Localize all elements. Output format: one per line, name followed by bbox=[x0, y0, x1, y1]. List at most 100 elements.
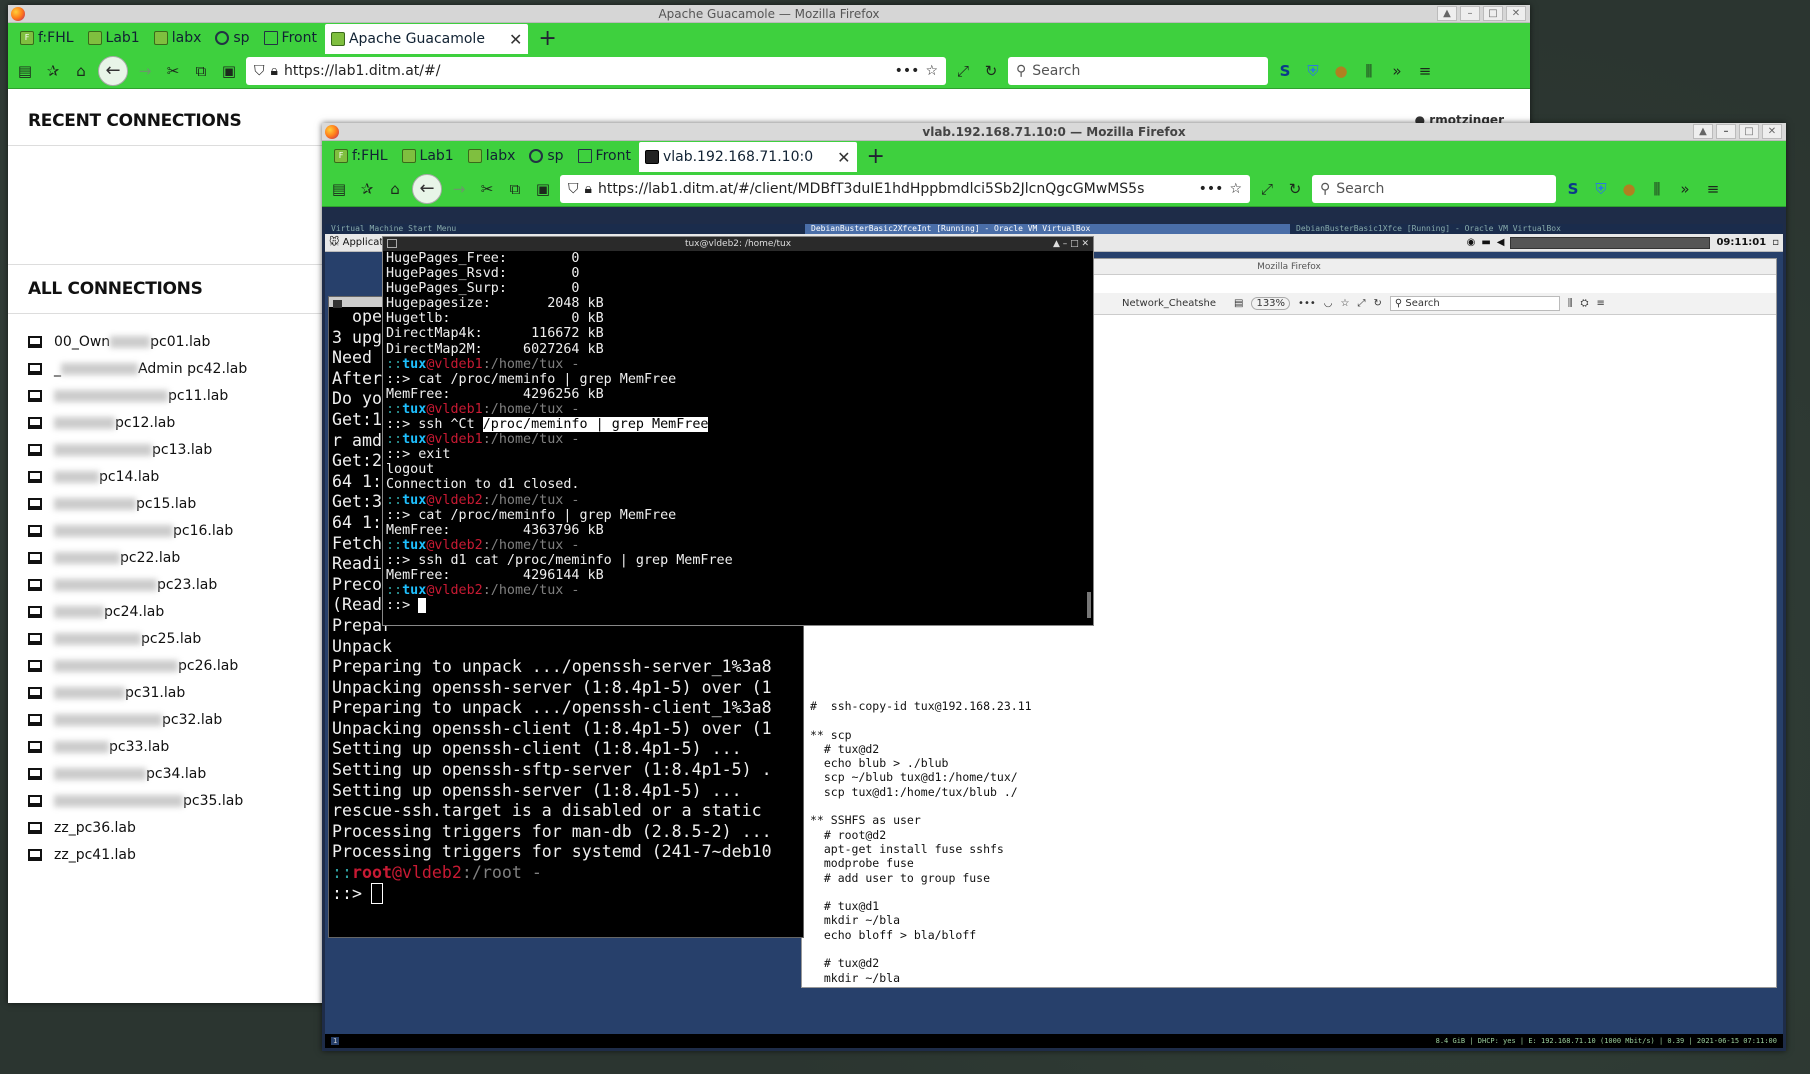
inner-search[interactable]: ⚲ Search bbox=[1389, 296, 1560, 311]
url-bar[interactable]: ⛉ 🔒︎ https://lab1.ditm.at/#/client/MDBfT… bbox=[560, 174, 1250, 203]
search-bar[interactable]: ⚲ Search bbox=[1312, 174, 1556, 203]
new-tab-button[interactable]: + bbox=[859, 144, 893, 169]
page-actions-icon[interactable]: ••• bbox=[1298, 298, 1316, 309]
overflow-icon[interactable]: » bbox=[1386, 60, 1408, 82]
extension-shield-icon[interactable]: ⛨ bbox=[1590, 178, 1612, 200]
cut-icon[interactable]: ✂ bbox=[476, 178, 498, 200]
library-icon[interactable]: ⫼ bbox=[1646, 178, 1668, 200]
zoom-level[interactable]: 133% bbox=[1251, 297, 1291, 310]
tab-fhl[interactable]: Ff:FHL bbox=[14, 25, 80, 51]
cut-icon[interactable]: ✂ bbox=[162, 60, 184, 82]
clipboard-icon[interactable]: ▣ bbox=[532, 178, 554, 200]
shield-icon[interactable]: ⛉ bbox=[254, 63, 265, 79]
connection-item[interactable]: pc12.lab bbox=[28, 409, 303, 436]
connection-item[interactable]: pc16.lab bbox=[28, 517, 303, 544]
connection-item[interactable]: pc33.lab bbox=[28, 733, 303, 760]
tab-vlab[interactable]: vlab.192.168.71.10:0 ✕ bbox=[638, 142, 857, 172]
tray-icon[interactable]: ▫ bbox=[1772, 237, 1779, 248]
connection-item[interactable]: pc35.lab bbox=[28, 787, 303, 814]
maximize-icon[interactable]: □ bbox=[1483, 6, 1503, 21]
connection-item[interactable]: pc22.lab bbox=[28, 544, 303, 571]
library-icon[interactable]: ⫼ bbox=[1568, 298, 1573, 309]
search-bar[interactable]: ⚲ Search bbox=[1008, 56, 1268, 85]
bookmark-star-icon[interactable]: ✰ bbox=[356, 178, 378, 200]
tab-labx[interactable]: labx bbox=[462, 143, 522, 169]
sidebar-icon[interactable]: ▤ bbox=[328, 178, 350, 200]
fullscreen-icon[interactable]: ⤢ bbox=[1357, 298, 1365, 309]
home-icon[interactable]: ⌂ bbox=[70, 60, 92, 82]
library-icon[interactable]: ⫼ bbox=[1358, 60, 1380, 82]
connection-item[interactable]: zz_pc36.lab bbox=[28, 814, 303, 841]
copy-icon[interactable]: ⧉ bbox=[504, 178, 526, 200]
lock-icon[interactable]: 🔒︎ bbox=[271, 63, 278, 79]
reader-icon[interactable]: ▤ bbox=[1234, 298, 1243, 309]
workspace-switcher[interactable] bbox=[1510, 236, 1711, 249]
window-buttons[interactable]: ▲ – □ ✕ bbox=[1053, 237, 1089, 251]
connection-item[interactable]: pc24.lab bbox=[28, 598, 303, 625]
page-actions-icon[interactable]: ••• bbox=[895, 63, 920, 79]
connection-item[interactable]: 00_Own pc01.lab bbox=[28, 328, 303, 355]
fullscreen-icon[interactable]: ⤢ bbox=[952, 60, 974, 82]
workspace-indicator[interactable]: 1 bbox=[331, 1037, 340, 1045]
vbox-item[interactable]: DebianBusterBasic1Xfce [Running] - Oracl… bbox=[1290, 224, 1783, 234]
bookmark-icon[interactable]: ☆ bbox=[1229, 181, 1242, 197]
connection-item[interactable]: pc31.lab bbox=[28, 679, 303, 706]
tab-lab1[interactable]: Lab1 bbox=[82, 25, 146, 51]
close-icon[interactable]: ✕ bbox=[1506, 6, 1526, 21]
reload-icon[interactable]: ↻ bbox=[1373, 298, 1381, 309]
reload-icon[interactable]: ↻ bbox=[1284, 178, 1306, 200]
inner-url[interactable]: Network_Cheatshe bbox=[1122, 298, 1226, 309]
connection-item[interactable]: pc25.lab bbox=[28, 625, 303, 652]
volume-icon[interactable]: ◀ bbox=[1497, 237, 1505, 248]
forward-icon[interactable]: → bbox=[134, 60, 156, 82]
minimize-icon[interactable]: – bbox=[1716, 124, 1736, 139]
connection-item[interactable]: pc14.lab bbox=[28, 463, 303, 490]
tab-front[interactable]: Front bbox=[572, 143, 637, 169]
url-text[interactable]: https://lab1.ditm.at/#/client/MDBfT3duIE… bbox=[598, 181, 1193, 197]
tab-labx[interactable]: labx bbox=[148, 25, 208, 51]
sidebar-icon[interactable]: ▤ bbox=[14, 60, 36, 82]
fullscreen-icon[interactable]: ⤢ bbox=[1256, 178, 1278, 200]
bookmark-icon[interactable]: ☆ bbox=[925, 63, 938, 79]
menu-icon[interactable]: ≡ bbox=[1596, 298, 1604, 309]
tab-front[interactable]: Front bbox=[258, 25, 323, 51]
network-icon[interactable]: ◉ bbox=[1467, 237, 1476, 248]
flag-icon[interactable]: ▬ bbox=[1481, 237, 1490, 248]
back-button[interactable]: ← bbox=[98, 55, 128, 86]
new-tab-button[interactable]: + bbox=[530, 26, 564, 51]
connection-item[interactable]: pc11.lab bbox=[28, 382, 303, 409]
tab-sp[interactable]: sp bbox=[209, 25, 255, 51]
menu-icon[interactable]: ≡ bbox=[1414, 60, 1436, 82]
connection-item[interactable]: pc23.lab bbox=[28, 571, 303, 598]
overflow-icon[interactable]: » bbox=[1674, 178, 1696, 200]
copy-icon[interactable]: ⧉ bbox=[190, 60, 212, 82]
connection-item[interactable]: pc32.lab bbox=[28, 706, 303, 733]
vlab-titlebar[interactable]: vlab.192.168.71.10:0 — Mozilla Firefox ▲… bbox=[322, 123, 1786, 141]
lock-icon[interactable]: 🔒︎ bbox=[585, 181, 592, 197]
menu-icon[interactable]: ≡ bbox=[1702, 178, 1724, 200]
close-icon[interactable]: ✕ bbox=[1762, 124, 1782, 139]
tab-fhl[interactable]: Ff:FHL bbox=[328, 143, 394, 169]
tab-lab1[interactable]: Lab1 bbox=[396, 143, 460, 169]
minimize-icon[interactable]: – bbox=[1460, 6, 1480, 21]
url-text[interactable]: https://lab1.ditm.at/#/ bbox=[284, 63, 889, 79]
connection-item[interactable]: pc15.lab bbox=[28, 490, 303, 517]
close-tab-icon[interactable]: ✕ bbox=[837, 148, 850, 167]
page-actions-icon[interactable]: ••• bbox=[1199, 181, 1224, 197]
url-bar[interactable]: ⛉ 🔒︎ https://lab1.ditm.at/#/ ••• ☆ bbox=[246, 56, 946, 85]
maximize-icon[interactable]: □ bbox=[1739, 124, 1759, 139]
tux-terminal[interactable]: tux@vldeb2: /home/tux ▲ – □ ✕ HugePages_… bbox=[382, 236, 1094, 626]
connection-item[interactable]: zz_pc41.lab bbox=[28, 841, 303, 868]
extension-s-icon[interactable]: S bbox=[1562, 178, 1584, 200]
up-icon[interactable]: ▲ bbox=[1693, 124, 1713, 139]
tux-terminal-titlebar[interactable]: tux@vldeb2: /home/tux ▲ – □ ✕ bbox=[383, 237, 1093, 251]
connection-item[interactable]: pc26.lab bbox=[28, 652, 303, 679]
extension-icon[interactable]: ⛭ bbox=[1580, 298, 1588, 309]
tab-sp[interactable]: sp bbox=[523, 143, 569, 169]
guacamole-titlebar[interactable]: Apache Guacamole — Mozilla Firefox ▲ – □ ✕ bbox=[8, 5, 1530, 23]
reload-icon[interactable]: ↻ bbox=[980, 60, 1002, 82]
bookmark-star-icon[interactable]: ✰ bbox=[42, 60, 64, 82]
vbox-item[interactable]: Virtual Machine Start Menu bbox=[325, 224, 805, 234]
cookie-icon[interactable]: ● bbox=[1330, 60, 1352, 82]
pocket-icon[interactable]: ◡ bbox=[1324, 298, 1333, 309]
